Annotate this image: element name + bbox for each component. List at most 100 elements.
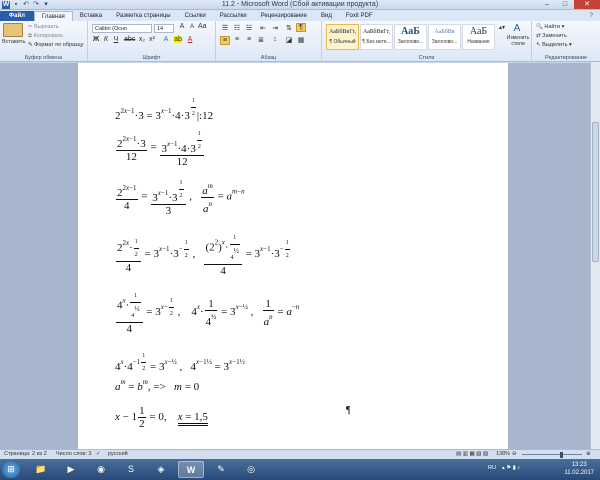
tab-page-layout[interactable]: Разметка страницы <box>109 11 177 21</box>
cut-button[interactable]: ✂ Вырезать <box>28 24 59 30</box>
tab-review[interactable]: Рецензирование <box>254 11 314 21</box>
bold-icon[interactable]: Ж <box>92 36 100 43</box>
zoom-out-button[interactable]: ⊖ <box>512 451 517 457</box>
sort-icon[interactable]: ⇅ <box>284 24 294 32</box>
grow-font-icon[interactable]: A <box>178 23 186 30</box>
equation-2: 22x−1·3 12 = 3x−1·4·3 1 2 12 <box>115 128 205 168</box>
font-name-select[interactable]: Calibri (Осно <box>92 24 152 33</box>
paragraph-group-label: Абзац <box>260 55 277 61</box>
page-counter[interactable]: Страница: 2 из 2 <box>4 451 47 457</box>
change-case-icon[interactable]: Aa <box>198 23 207 30</box>
justify-icon[interactable]: ≣ <box>256 36 266 44</box>
line-spacing-icon[interactable]: ↕ <box>270 36 280 43</box>
app-icon[interactable]: ◈ <box>148 461 174 478</box>
font-size-select[interactable]: 14 <box>154 24 174 33</box>
ribbon: Вставить ✂ Вырезать ⧉ Копировать ✎ Форма… <box>0 21 600 62</box>
zoom-level[interactable]: 138% <box>496 451 510 457</box>
vertical-scrollbar[interactable] <box>590 62 600 449</box>
tab-view[interactable]: Вид <box>314 11 339 21</box>
tray-icons[interactable]: ▴ ⚑ ▮ ♪ <box>502 465 520 471</box>
language-indicator[interactable]: русский <box>108 451 128 457</box>
paint-icon[interactable]: ✎ <box>208 461 234 478</box>
clipboard-group-label: Буфер обмена <box>24 55 63 61</box>
tab-file[interactable]: Файл <box>0 11 34 21</box>
text-effects-icon[interactable]: A <box>162 36 170 43</box>
equation-7: am = bm, => m = 0 <box>115 378 200 393</box>
taskbar: ⊞ 📁 ▶ ◉ S ◈ W ✎ ◎ RU ▴ ⚑ ▮ ♪ 13:23 11.02.… <box>0 459 600 480</box>
italic-icon[interactable]: К <box>102 36 110 43</box>
find-button[interactable]: 🔍 Найти ▾ <box>536 24 564 30</box>
shrink-font-icon[interactable]: A <box>188 24 196 30</box>
minimize-button[interactable]: – <box>538 0 556 9</box>
styles-scroll-icon[interactable]: ▴▾ <box>498 24 506 31</box>
skype-icon[interactable]: S <box>118 461 144 478</box>
proofing-icon[interactable]: ✓ <box>96 451 101 457</box>
tab-insert[interactable]: Вставка <box>73 11 109 21</box>
editing-group-label: Редактирование <box>545 55 587 61</box>
align-center-icon[interactable]: ≡ <box>232 36 242 43</box>
styles-group: АаБбВвГг, ¶ Обычный АаБбВвГг, ¶ Без инте..… <box>322 21 532 62</box>
increase-indent-icon[interactable]: ⇥ <box>270 24 280 32</box>
browser-icon[interactable]: ◎ <box>238 461 264 478</box>
align-left-icon[interactable]: ≡ <box>220 36 230 45</box>
copy-button[interactable]: ⧉ Копировать <box>28 33 63 40</box>
equation-6: 4x·4−1 1 2 = 3x−½ , 4x−1½ = 3x−1½ <box>115 353 245 374</box>
strikethrough-icon[interactable]: abc <box>124 36 135 43</box>
superscript-icon[interactable]: x² <box>148 36 156 43</box>
zoom-in-button[interactable]: ⊕ <box>586 451 591 457</box>
tab-foxit-pdf[interactable]: Foxit PDF <box>339 11 380 21</box>
close-button[interactable]: ✕ <box>574 0 600 9</box>
style-heading-1[interactable]: АаБ Заголово... <box>394 24 427 50</box>
font-group-label: Шрифт <box>142 55 161 61</box>
style-title[interactable]: АаБ Название <box>462 24 495 50</box>
borders-icon[interactable]: ▦ <box>296 36 306 44</box>
maximize-button[interactable]: □ <box>556 0 574 9</box>
keyboard-language[interactable]: RU <box>488 465 496 471</box>
font-color-icon[interactable]: A <box>186 36 194 43</box>
show-marks-icon[interactable]: ¶ <box>296 23 306 32</box>
tab-mailings[interactable]: Рассылки <box>213 11 254 21</box>
numbering-icon[interactable]: ☷ <box>232 24 242 32</box>
paragraph-group: ☰ ☷ ☱ ⇤ ⇥ ⇅ ¶ ≡ ≡ ≡ ≣ ↕ ◪ ▦ Абзац <box>216 21 322 62</box>
replace-button[interactable]: ⇄ Заменить <box>536 33 567 39</box>
tab-references[interactable]: Ссылки <box>178 11 213 21</box>
start-button[interactable]: ⊞ <box>2 461 20 478</box>
highlight-icon[interactable]: ab <box>174 36 182 43</box>
explorer-icon[interactable]: 📁 <box>28 461 54 478</box>
shading-icon[interactable]: ◪ <box>284 36 294 44</box>
multilevel-list-icon[interactable]: ☱ <box>244 24 254 32</box>
zoom-slider[interactable] <box>522 454 582 455</box>
bullets-icon[interactable]: ☰ <box>220 24 230 32</box>
paste-icon[interactable] <box>3 23 23 37</box>
media-player-icon[interactable]: ▶ <box>58 461 84 478</box>
style-no-spacing[interactable]: АаБбВвГг, ¶ Без инте... <box>360 24 393 50</box>
decrease-indent-icon[interactable]: ⇤ <box>258 24 268 32</box>
help-icon[interactable]: ? <box>583 11 600 21</box>
align-right-icon[interactable]: ≡ <box>244 36 254 43</box>
tab-home[interactable]: Главная <box>33 11 73 21</box>
style-normal[interactable]: АаБбВвГг, ¶ Обычный <box>326 24 359 50</box>
change-styles-icon[interactable]: A <box>506 23 528 34</box>
view-buttons[interactable]: ▤ ▥ ▦ ▧ ▨ <box>456 451 488 457</box>
change-styles-button[interactable]: Изменить стили <box>505 35 531 47</box>
word-taskbar-icon[interactable]: W <box>178 461 204 478</box>
format-painter-button[interactable]: ✎ Формат по образцу <box>28 42 83 48</box>
title-bar: W ▪ ↶ ↷ ▾ 11.2 - Microsoft Word (Сбой ак… <box>0 0 600 10</box>
clock[interactable]: 13:23 11.02.2017 <box>564 461 594 477</box>
select-button[interactable]: ↖ Выделить ▾ <box>536 42 572 48</box>
style-heading-2[interactable]: АаБбВв Заголово... <box>428 24 461 50</box>
zoom-slider-thumb[interactable] <box>560 452 563 458</box>
underline-icon[interactable]: Ч <box>112 36 120 43</box>
equation-8: x − 112 = 0, x = 1,5 <box>115 405 208 430</box>
word-count[interactable]: Число слов: 3 <box>56 451 91 457</box>
equation-3: 22x−1 4 = 3x−1·3 1 2 3 , am an = am−n <box>116 180 245 218</box>
equation-1: 22x−1·3 = 3x−1·4·3 1 2 |:12 <box>115 98 214 123</box>
scroll-thumb[interactable] <box>592 122 599 262</box>
equation-4: 22x· 1 2 4 = 3x−1·3− 1 2 , (22)x· 1 4½ 4 = 3x−1·… <box>116 235 290 277</box>
subscript-icon[interactable]: x₂ <box>138 36 146 43</box>
window-title: 11.2 - Microsoft Word (Сбой активации пр… <box>221 1 379 8</box>
editing-group: 🔍 Найти ▾ ⇄ Заменить ↖ Выделить ▾ Редакт… <box>532 21 600 62</box>
styles-group-label: Стили <box>418 55 435 61</box>
chrome-icon[interactable]: ◉ <box>88 461 114 478</box>
paste-button[interactable]: Вставить <box>2 39 25 45</box>
